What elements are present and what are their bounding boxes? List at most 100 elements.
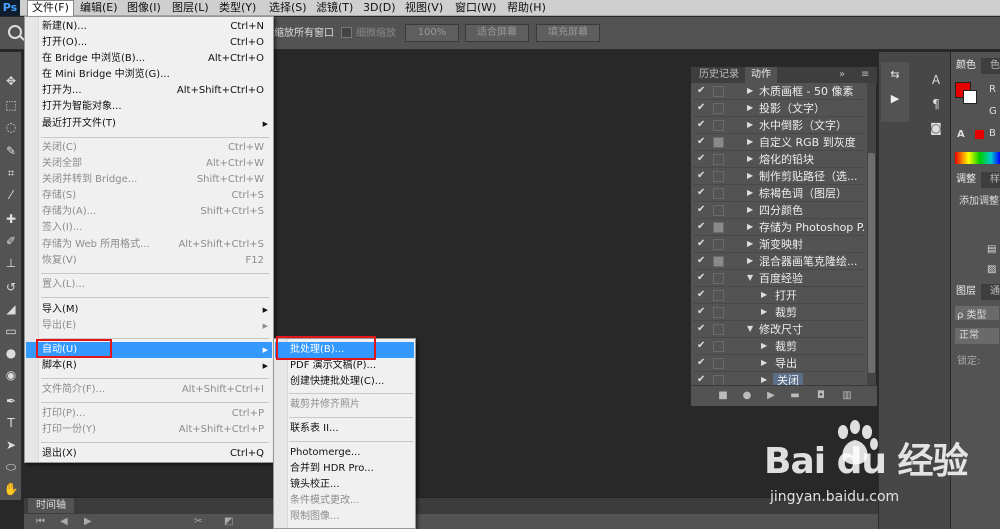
first-frame-icon[interactable]: ⏮ <box>36 516 48 528</box>
trash-icon[interactable]: ▥ <box>841 390 853 402</box>
action-row[interactable]: ✔ ▶ 制作剪贴路径（选... <box>693 168 865 185</box>
dodge-tool-icon[interactable]: ◉ <box>2 366 20 384</box>
check-icon[interactable]: ✔ <box>697 374 707 385</box>
tab-color[interactable]: 颜色 <box>951 58 981 74</box>
menu-item-exit[interactable]: 退出(X) Ctrl+Q <box>26 446 272 462</box>
menu-item-fit-image[interactable]: 限制图像... <box>275 509 414 525</box>
dialog-toggle[interactable] <box>713 324 724 335</box>
move-tool-icon[interactable]: ✥ <box>2 72 20 90</box>
dialog-toggle[interactable] <box>713 222 724 233</box>
brush-tool-icon[interactable]: ✐ <box>2 232 20 250</box>
menu-item-close[interactable]: 关闭(C) Ctrl+W <box>26 140 272 156</box>
menu-item-merge-hdr[interactable]: 合并到 HDR Pro... <box>275 461 414 477</box>
tab-channels[interactable]: 通 <box>985 284 1000 300</box>
history-brush-tool-icon[interactable]: ↺ <box>2 278 20 296</box>
actions-scrollbar[interactable] <box>867 83 876 385</box>
expand-triangle-icon[interactable]: ▶ <box>747 187 757 199</box>
layer-filter-dropdown[interactable]: ρ 类型 <box>955 306 999 321</box>
menu-item-conditional-mode[interactable]: 条件模式更改... <box>275 493 414 509</box>
lasso-tool-icon[interactable]: ◌ <box>2 118 20 136</box>
menu-image[interactable]: 图像(I) <box>123 0 165 16</box>
menu-item-crop-straighten[interactable]: 裁剪并修齐照片 <box>275 397 414 413</box>
check-icon[interactable]: ✔ <box>697 85 707 97</box>
check-icon[interactable]: ✔ <box>697 323 707 335</box>
quick-select-tool-icon[interactable]: ✎ <box>2 142 20 160</box>
play-icon[interactable]: ▶ <box>765 390 777 402</box>
tab-swatches[interactable]: 色 <box>985 58 1000 74</box>
action-row[interactable]: ✔ ▶ 投影（文字） <box>693 100 865 117</box>
menu-item-open-recent[interactable]: 最近打开文件(T) ▶ <box>26 116 272 132</box>
scrollbar-thumb[interactable] <box>868 153 875 373</box>
hand-tool-icon[interactable]: ✋ <box>2 480 20 498</box>
menu-item-export[interactable]: 导出(E) ▶ <box>26 318 272 334</box>
panel-collapse-icon[interactable]: » <box>839 67 845 83</box>
expand-triangle-icon[interactable]: ▶ <box>747 238 757 250</box>
menu-item-close-go-bridge[interactable]: 关闭并转到 Bridge... Shift+Ctrl+W <box>26 172 272 188</box>
expand-triangle-icon[interactable]: ▶ <box>761 289 771 301</box>
ellipse-tool-icon[interactable]: ⬭ <box>2 458 20 476</box>
scrubby-zoom-checkbox[interactable] <box>341 27 352 38</box>
action-row[interactable]: ✔ ▶ 导出 <box>693 355 865 372</box>
check-icon[interactable]: ✔ <box>697 119 707 131</box>
resize-windows-label[interactable]: 缩放所有窗口 <box>274 27 334 41</box>
menu-edit[interactable]: 编辑(E) <box>76 0 122 16</box>
menu-window[interactable]: 窗口(W) <box>451 0 500 16</box>
menu-item-scripts[interactable]: 脚本(R) ▶ <box>26 358 272 374</box>
type-tool-icon[interactable]: T <box>2 414 20 432</box>
dialog-toggle[interactable] <box>713 307 724 318</box>
eyedropper-tool-icon[interactable]: ⁄ <box>2 186 20 204</box>
tab-styles[interactable]: 样 <box>985 172 1000 188</box>
expand-triangle-icon[interactable]: ▶ <box>747 255 757 267</box>
menu-3d[interactable]: 3D(D) <box>359 0 400 16</box>
dialog-toggle[interactable] <box>713 273 724 284</box>
menu-item-revert[interactable]: 恢复(V) F12 <box>26 253 272 269</box>
transition-icon[interactable]: ◩ <box>224 516 236 528</box>
action-row[interactable]: ✔ ▼ 修改尺寸 <box>693 321 865 338</box>
background-color-swatch[interactable] <box>963 90 977 104</box>
menu-item-check-in[interactable]: 签入(I)... <box>26 220 272 236</box>
stop-icon[interactable]: ■ <box>717 390 729 402</box>
menu-layer[interactable]: 图层(L) <box>168 0 213 16</box>
menu-item-browse-bridge[interactable]: 在 Bridge 中浏览(B)... Alt+Ctrl+O <box>26 51 272 67</box>
fit-screen-button[interactable]: 适合屏幕 <box>465 24 529 42</box>
action-row[interactable]: ✔ ▶ 水中倒影（文字） <box>693 117 865 134</box>
menu-item-place[interactable]: 置入(L)... <box>26 277 272 293</box>
expand-triangle-icon[interactable]: ▶ <box>747 170 757 182</box>
check-icon[interactable]: ✔ <box>697 187 707 199</box>
stamp-tool-icon[interactable]: ⊥ <box>2 254 20 272</box>
action-row[interactable]: ✔ ▶ 打开 <box>693 287 865 304</box>
check-icon[interactable]: ✔ <box>697 357 707 369</box>
action-row[interactable]: ✔ ▶ 混合器画笔克隆绘... <box>693 253 865 270</box>
check-icon[interactable]: ✔ <box>697 221 707 233</box>
menu-type[interactable]: 类型(Y) <box>215 0 260 16</box>
dialog-toggle[interactable] <box>713 341 724 352</box>
dialog-toggle[interactable] <box>713 86 724 97</box>
check-icon[interactable]: ✔ <box>697 238 707 250</box>
menu-item-pdf-presentation[interactable]: PDF 演示文稿(P)... <box>275 358 414 374</box>
menu-item-new[interactable]: 新建(N)... Ctrl+N <box>26 19 272 35</box>
dialog-toggle[interactable] <box>713 188 724 199</box>
expand-triangle-icon[interactable]: ▶ <box>761 340 771 352</box>
marquee-tool-icon[interactable]: ⬚ <box>2 96 20 114</box>
menu-item-print-one[interactable]: 打印一份(Y) Alt+Shift+Ctrl+P <box>26 422 272 438</box>
check-icon[interactable]: ✔ <box>697 306 707 318</box>
gamut-swatch[interactable] <box>975 130 984 139</box>
zoom-tool-icon[interactable] <box>8 25 22 39</box>
gradient-tool-icon[interactable]: ▭ <box>2 322 20 340</box>
actions-play-icon[interactable]: ▶ <box>885 90 905 108</box>
color-ramp[interactable] <box>955 152 1000 164</box>
action-row[interactable]: ✔ ▶ 裁剪 <box>693 338 865 355</box>
collapse-triangle-icon[interactable]: ▼ <box>747 272 757 284</box>
action-row[interactable]: ✔ ▶ 渐变映射 <box>693 236 865 253</box>
check-icon[interactable]: ✔ <box>697 102 707 114</box>
dialog-toggle[interactable] <box>713 375 724 385</box>
timeline-tab[interactable]: 时间轴 <box>28 498 74 513</box>
action-row[interactable]: ✔ ▶ 自定义 RGB 到灰度 <box>693 134 865 151</box>
check-icon[interactable]: ✔ <box>697 340 707 352</box>
check-icon[interactable]: ✔ <box>697 170 707 182</box>
menu-item-lens-correction[interactable]: 镜头校正... <box>275 477 414 493</box>
paragraph-icon[interactable]: ¶ <box>925 94 947 114</box>
blur-tool-icon[interactable]: ● <box>2 344 20 362</box>
menu-item-browse-mini-bridge[interactable]: 在 Mini Bridge 中浏览(G)... <box>26 67 272 83</box>
expand-triangle-icon[interactable]: ▶ <box>761 374 771 385</box>
